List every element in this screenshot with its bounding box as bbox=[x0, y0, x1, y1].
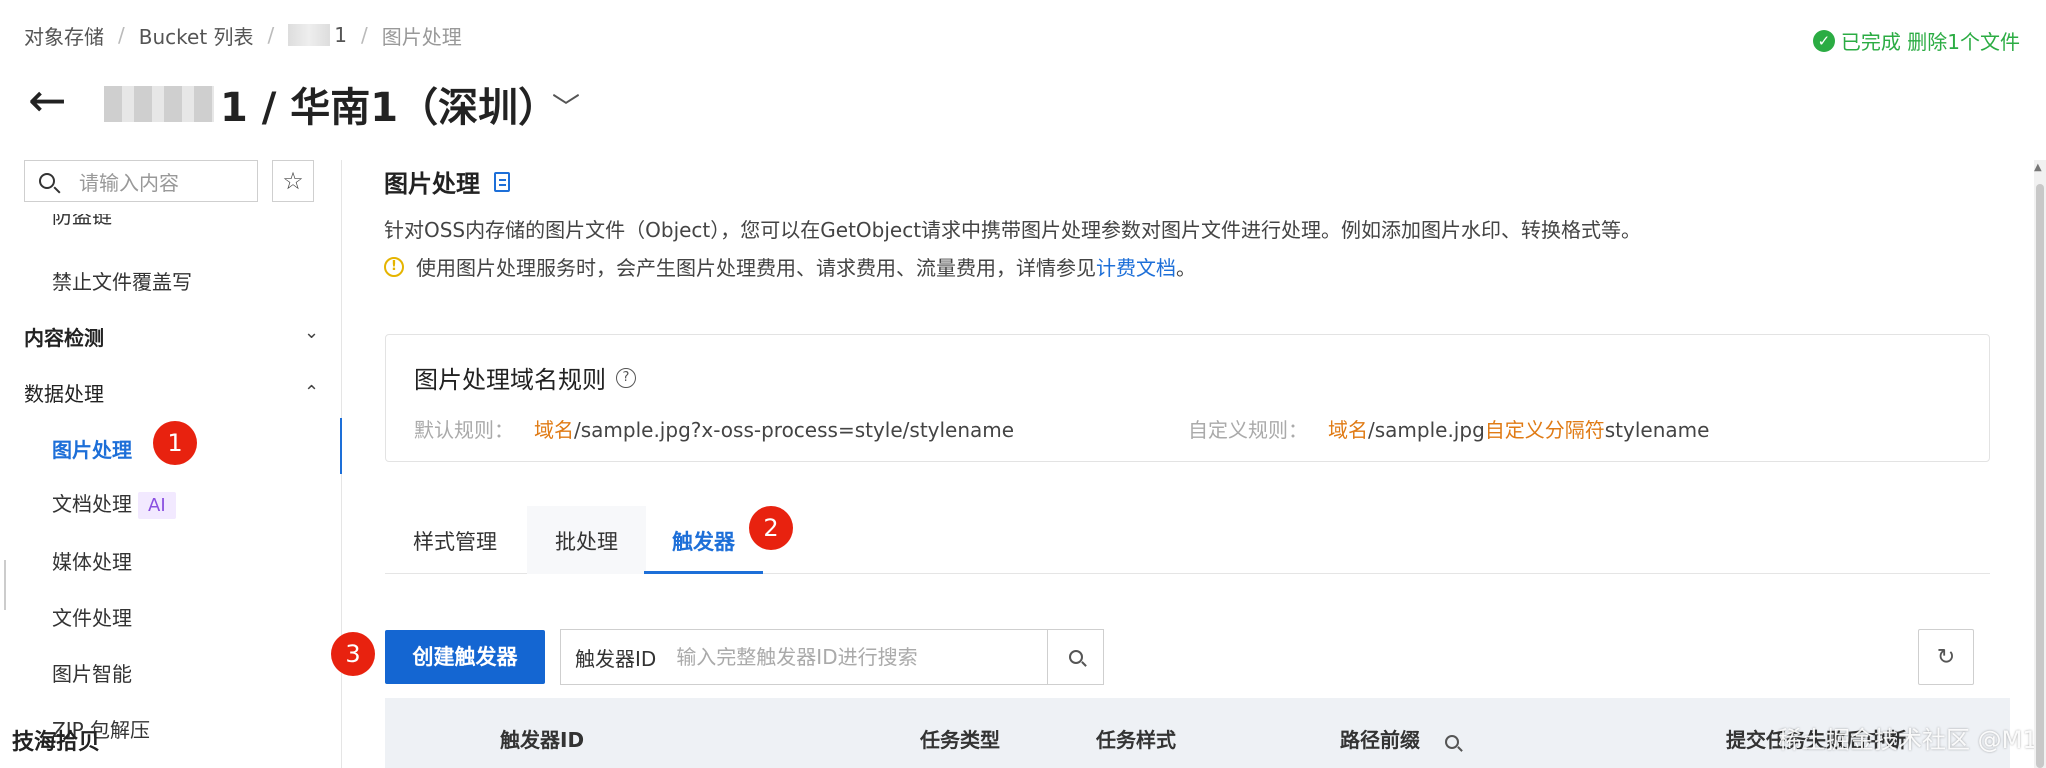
corner-watermark: 技海拾贝 bbox=[12, 730, 101, 755]
tab-trigger[interactable]: 触发器 bbox=[644, 506, 763, 574]
column-header-path-prefix: 路径前缀 bbox=[1340, 724, 1459, 754]
sidebar-item-media-processing[interactable]: 媒体处理 bbox=[52, 546, 132, 575]
billing-doc-link[interactable]: 计费文档 bbox=[1096, 252, 1176, 281]
warning-text: 使用图片处理服务时，会产生图片处理费用、请求费用、流量费用，详情参见 bbox=[416, 256, 1096, 280]
step-marker-1: 1 bbox=[153, 421, 197, 465]
collapse-handle[interactable] bbox=[0, 560, 6, 610]
tab-style-management[interactable]: 样式管理 bbox=[385, 506, 525, 574]
breadcrumb: 对象存储 / Bucket 列表 / 1 / 图片处理 bbox=[24, 20, 462, 50]
scroll-up-arrow-icon[interactable]: ▲ bbox=[2034, 162, 2042, 173]
trigger-search-button[interactable] bbox=[1047, 630, 1103, 684]
custom-rule-label: 自定义规则： bbox=[1188, 418, 1308, 442]
sidebar-item-no-overwrite[interactable]: 禁止文件覆盖写 bbox=[52, 266, 192, 295]
status-text: 已完成 删除1个文件 bbox=[1840, 30, 2020, 54]
column-header-task-style: 任务样式 bbox=[1096, 728, 1176, 752]
step-marker-3: 3 bbox=[331, 632, 375, 676]
default-rule-domain: 域名 bbox=[534, 418, 574, 442]
breadcrumb-separator: / bbox=[118, 23, 125, 47]
favorite-star-button[interactable]: ☆ bbox=[272, 160, 314, 202]
custom-rule-domain: 域名 bbox=[1328, 418, 1368, 442]
chevron-down-icon[interactable]: ﹀ bbox=[552, 86, 580, 126]
sidebar-active-indicator bbox=[340, 418, 342, 474]
default-rule-path: /sample.jpg?x-oss-process=style/stylenam… bbox=[574, 418, 1015, 442]
redacted-bucket-name bbox=[104, 86, 214, 122]
domain-rule-title-text: 图片处理域名规则 bbox=[414, 366, 606, 394]
warning-end: 。 bbox=[1176, 256, 1196, 280]
sidebar-item-image-processing[interactable]: 图片处理 bbox=[52, 434, 132, 463]
column-header-trigger-id: 触发器ID bbox=[500, 728, 585, 752]
custom-rule-style: stylename bbox=[1604, 418, 1710, 442]
breadcrumb-item-oss[interactable]: 对象存储 bbox=[24, 21, 104, 50]
help-icon[interactable]: ? bbox=[616, 367, 636, 388]
search-icon[interactable] bbox=[1444, 730, 1459, 754]
tab-batch-processing[interactable]: 批处理 bbox=[527, 506, 646, 574]
sidebar-item-file-processing[interactable]: 文件处理 bbox=[52, 602, 132, 631]
column-header-task-type: 任务类型 bbox=[920, 728, 1000, 752]
refresh-icon: ↻ bbox=[1936, 644, 1956, 670]
check-circle-icon: ✓ bbox=[1812, 29, 1835, 52]
sidebar-search-placeholder: 请输入内容 bbox=[79, 170, 179, 195]
refresh-button[interactable]: ↻ bbox=[1918, 629, 1974, 685]
search-icon bbox=[39, 173, 55, 189]
scrollbar-thumb[interactable] bbox=[2036, 184, 2044, 768]
default-rule-label: 默认规则： bbox=[414, 418, 514, 442]
back-arrow-icon[interactable]: ← bbox=[28, 77, 67, 123]
trigger-search-label: 触发器ID bbox=[575, 646, 657, 671]
sidebar-item-partial[interactable]: 防盗链 bbox=[52, 214, 112, 228]
sidebar-item-label: 文档处理 bbox=[52, 492, 132, 516]
custom-rule-path: /sample.jpg bbox=[1368, 418, 1485, 442]
chevron-down-icon[interactable]: ⌄ bbox=[304, 322, 319, 343]
search-icon-glyph bbox=[1444, 734, 1459, 749]
trigger-search-input[interactable] bbox=[676, 645, 1047, 669]
section-description: 针对OSS内存储的图片文件（Object），您可以在GetObject请求中携带… bbox=[384, 218, 1642, 242]
sidebar-item-image-intelligence[interactable]: 图片智能 bbox=[52, 658, 132, 687]
sidebar-item-doc-processing[interactable]: 文档处理 AI bbox=[52, 488, 176, 519]
breadcrumb-separator: / bbox=[267, 23, 275, 47]
custom-rule-separator: 自定义分隔符 bbox=[1484, 418, 1605, 442]
tab-bar: 样式管理 批处理 触发器 bbox=[385, 506, 1990, 574]
redacted-bucket-name bbox=[288, 24, 331, 46]
search-icon bbox=[1068, 650, 1083, 664]
domain-rule-title: 图片处理域名规则 ? bbox=[414, 360, 636, 395]
ai-badge: AI bbox=[138, 492, 176, 519]
watermark: 稀土掘金技术社区 @M1A1 bbox=[1778, 726, 2046, 754]
create-trigger-button[interactable]: 创建触发器 bbox=[385, 630, 545, 684]
step-marker-2: 2 bbox=[749, 506, 793, 550]
page-title: 1 / 华南1（深圳） bbox=[104, 78, 559, 131]
section-title-text: 图片处理 bbox=[384, 170, 480, 198]
chevron-up-icon[interactable]: ⌃ bbox=[304, 382, 319, 403]
status-message: ✓ 已完成 删除1个文件 bbox=[1812, 26, 2020, 55]
breadcrumb-item-current: 图片处理 bbox=[381, 24, 462, 49]
billing-warning: ! 使用图片处理服务时，会产生图片处理费用、请求费用、流量费用，详情参见 计费文档… bbox=[384, 252, 1196, 281]
warning-icon: ! bbox=[384, 256, 404, 277]
column-header-path-prefix-label: 路径前缀 bbox=[1340, 728, 1420, 752]
sidebar-group-content-check[interactable]: 内容检测 bbox=[24, 322, 104, 351]
breadcrumb-item-bucket-list[interactable]: Bucket 列表 bbox=[139, 21, 254, 50]
custom-rule: 自定义规则： 域名/sample.jpg自定义分隔符stylename bbox=[1188, 414, 1709, 443]
section-title: 图片处理 bbox=[384, 164, 510, 199]
clipboard-icon[interactable] bbox=[494, 171, 510, 192]
page-scrollbar[interactable] bbox=[2034, 160, 2046, 768]
breadcrumb-item-bucket[interactable]: 1 bbox=[334, 23, 347, 47]
sidebar-group-data-processing[interactable]: 数据处理 bbox=[24, 378, 104, 407]
trigger-search: 触发器ID bbox=[560, 629, 1104, 685]
breadcrumb-separator: / bbox=[361, 23, 368, 47]
page-title-text: 1 / 华南1（深圳） bbox=[220, 85, 559, 131]
sidebar-search-input[interactable]: 请输入内容 bbox=[24, 160, 258, 202]
default-rule: 默认规则： 域名/sample.jpg?x-oss-process=style/s… bbox=[414, 414, 1014, 443]
